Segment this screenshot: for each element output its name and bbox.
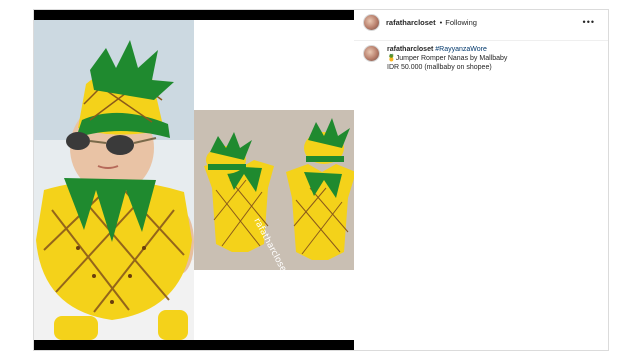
more-options-icon[interactable]: ••• [583, 18, 595, 27]
following-button[interactable]: Following [445, 18, 477, 27]
caption-text: rafatharcloset #RayyanzaWore 🍍Jumper Rom… [387, 45, 507, 72]
letterbox-bottom [34, 340, 354, 350]
header-divider [354, 40, 608, 41]
caption-line-product: 🍍Jumper Romper Nanas by Mallbaby [387, 55, 508, 62]
post-header: rafatharcloset • Following [354, 10, 608, 34]
post-sidebar: rafatharcloset • Following ••• rafatharc… [354, 10, 608, 350]
post-caption: rafatharcloset #RayyanzaWore 🍍Jumper Rom… [363, 45, 603, 72]
post-image: rafatharcloset [34, 20, 354, 340]
post-media[interactable]: rafatharcloset [34, 10, 354, 350]
caption-hashtag[interactable]: #RayyanzaWore [435, 46, 487, 53]
caption-avatar[interactable] [363, 45, 380, 62]
header-separator: • [439, 17, 443, 27]
letterbox-top [34, 10, 354, 20]
header-username[interactable]: rafatharcloset [386, 18, 436, 27]
pineapple-romper-photo: rafatharcloset [34, 20, 354, 340]
caption-line-price: IDR 50.000 (mallbaby on shopee) [387, 64, 492, 71]
instagram-post: rafatharcloset rafatharcloset • Followin… [33, 9, 609, 351]
caption-username[interactable]: rafatharcloset [387, 46, 433, 53]
avatar[interactable] [363, 13, 380, 31]
